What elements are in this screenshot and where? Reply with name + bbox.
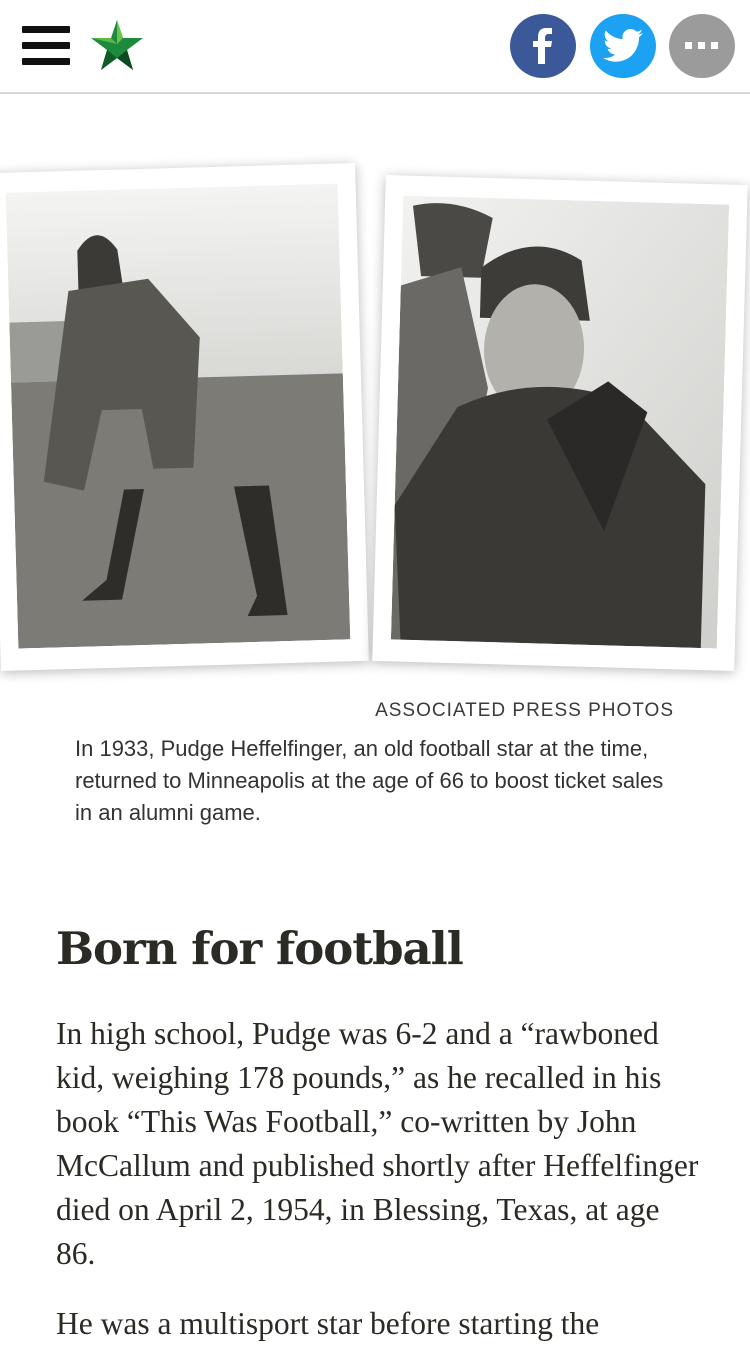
photo-player-in-coat [372,175,748,671]
more-share-button[interactable] [669,14,735,78]
article-paragraph: In high school, Pudge was 6-2 and a “raw… [56,1016,699,1271]
hamburger-menu-icon[interactable] [22,26,70,66]
section-heading: Born for football [56,922,464,975]
photo-player-crouching [0,162,369,672]
top-bar [0,0,750,94]
facebook-icon [533,28,552,64]
article-paragraph: He was a multisport star before starting… [56,1306,600,1341]
photo-credit: ASSOCIATED PRESS PHOTOS [375,700,674,721]
more-icon [685,42,718,49]
twitter-icon [603,29,643,62]
twitter-share-button[interactable] [590,14,656,78]
photo-caption: In 1933, Pudge Heffelfinger, an old foot… [75,736,664,825]
facebook-share-button[interactable] [510,14,576,78]
star-logo-icon[interactable] [89,18,145,72]
